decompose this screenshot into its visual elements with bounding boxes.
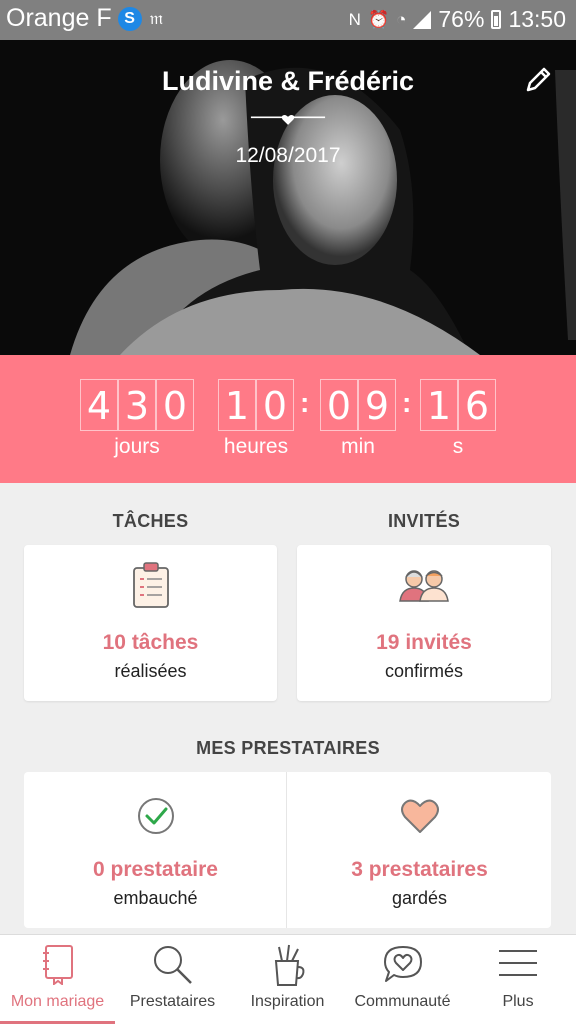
nav-prestataires[interactable]: Prestataires [115, 935, 230, 1024]
minutes-digit: 0 [320, 379, 358, 431]
heart-bubble-icon [383, 946, 422, 982]
tasks-heading: TÂCHES [112, 511, 189, 531]
time-separator: : [402, 387, 412, 418]
nav-label: Mon mariage [10, 993, 105, 1010]
wedding-date: 12/08/2017 [235, 144, 341, 167]
battery-percent: 76% [438, 6, 485, 32]
battery-icon [491, 10, 502, 29]
time-separator: : [300, 387, 310, 418]
guests-subtitle: confirmés [384, 661, 464, 681]
status-right: N ⏰ ◔ 76% 13:50 [349, 6, 566, 33]
guests-heading: INVITÉS [387, 511, 461, 531]
tasks-count: 10 tâches [102, 631, 199, 654]
status-bar: Orange F S 𝔪 N ⏰ ◔ 76% 13:50 [0, 0, 576, 40]
clock: 13:50 [508, 6, 566, 32]
nav-label: Plus [502, 993, 534, 1010]
tasks-subtitle: réalisées [114, 661, 187, 681]
guests-card[interactable]: 19 invités confirmés [297, 545, 551, 701]
nfc-icon: N [348, 9, 361, 29]
saved-count: 3 prestataires [351, 858, 488, 881]
hours-digit: 0 [256, 379, 294, 431]
alarm-icon: ⏰ [367, 9, 390, 29]
pencil-cup-icon [274, 944, 304, 986]
nav-label: Communauté [354, 993, 451, 1010]
guests-icon [399, 570, 449, 602]
seconds-label: s [452, 435, 464, 458]
countdown-panel: 4 3 0 1 0 : 0 9 : 1 6 jours heures min s [0, 355, 576, 483]
nav-mon-mariage[interactable]: Mon mariage [0, 935, 115, 1024]
nav-inspiration[interactable]: Inspiration [230, 935, 345, 1024]
tasks-card[interactable]: 10 tâches réalisées [24, 545, 277, 701]
check-circle-icon [137, 798, 174, 834]
couple-names: Ludivine & Frédéric [161, 66, 415, 96]
wifi-icon: ◔ [396, 9, 407, 29]
bottom-navigation: Mon mariage Prestataires Inspiration Com… [0, 934, 576, 1024]
carrier-name: Orange F [6, 4, 112, 32]
hours-label: heures [223, 435, 289, 458]
nav-label: Prestataires [129, 993, 216, 1010]
nav-communaute[interactable]: Communauté [345, 935, 460, 1024]
search-icon [153, 946, 192, 984]
vendors-card: 0 prestataire embauché 3 prestataires ga… [24, 772, 551, 928]
checklist-icon [132, 562, 169, 608]
divider [286, 772, 287, 928]
vendors-heading: MES PRESTATAIRES [196, 738, 380, 758]
days-digit: 4 [80, 379, 118, 431]
edit-pencil-icon[interactable] [524, 64, 554, 94]
minutes-label: min [341, 435, 375, 458]
saved-subtitle: gardés [391, 888, 448, 908]
guests-count: 19 invités [376, 631, 472, 654]
status-left: Orange F S 𝔪 [6, 4, 163, 33]
notebook-icon [42, 945, 73, 985]
hired-subtitle: embauché [113, 888, 198, 908]
minutes-digit: 9 [358, 379, 396, 431]
seconds-digit: 1 [420, 379, 458, 431]
saved-vendors[interactable]: 3 prestataires gardés [288, 772, 551, 928]
app-notification-icon: S [117, 6, 142, 31]
days-label: jours [114, 435, 160, 458]
nav-label: Inspiration [250, 993, 325, 1010]
nav-plus[interactable]: Plus [460, 935, 576, 1024]
hours-digit: 1 [218, 379, 256, 431]
hired-vendors[interactable]: 0 prestataire embauché [24, 772, 287, 928]
heart-divider-icon [250, 115, 326, 125]
signal-icon [413, 10, 432, 29]
newspaper-notification-icon: 𝔪 [149, 8, 164, 29]
days-digit: 0 [156, 379, 194, 431]
days-digit: 3 [118, 379, 156, 431]
hired-count: 0 prestataire [93, 858, 218, 881]
seconds-digit: 6 [458, 379, 496, 431]
heart-icon [400, 799, 439, 833]
hero-banner: Ludivine & Frédéric 12/08/2017 [0, 40, 576, 355]
menu-icon [499, 950, 537, 976]
